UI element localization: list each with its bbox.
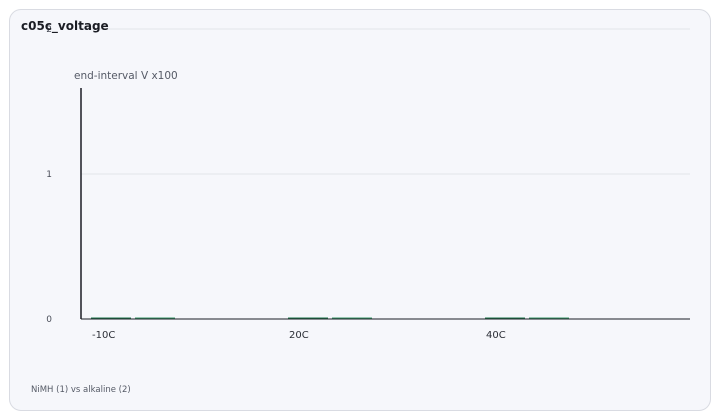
- x-tick-label: 40C: [486, 330, 506, 341]
- grid-lines: [81, 28, 690, 175]
- x-tick-label: 20C: [289, 330, 309, 341]
- chart-title: c05c_voltage: [21, 19, 109, 33]
- x-tick-label: -10C: [92, 330, 115, 341]
- y-tick-label: 1: [46, 170, 52, 180]
- y-tick-label: 0: [46, 315, 52, 325]
- legend-note: NiMH (1) vs alkaline (2): [31, 385, 131, 395]
- x-tick-labels: -10C 20C 40C: [92, 330, 506, 341]
- y-tick-labels: 012: [46, 25, 52, 325]
- bar-chart: 012 -10C 20C 40C end-interval V x100: [46, 25, 690, 341]
- y-axis-label: end-interval V x100: [74, 70, 178, 82]
